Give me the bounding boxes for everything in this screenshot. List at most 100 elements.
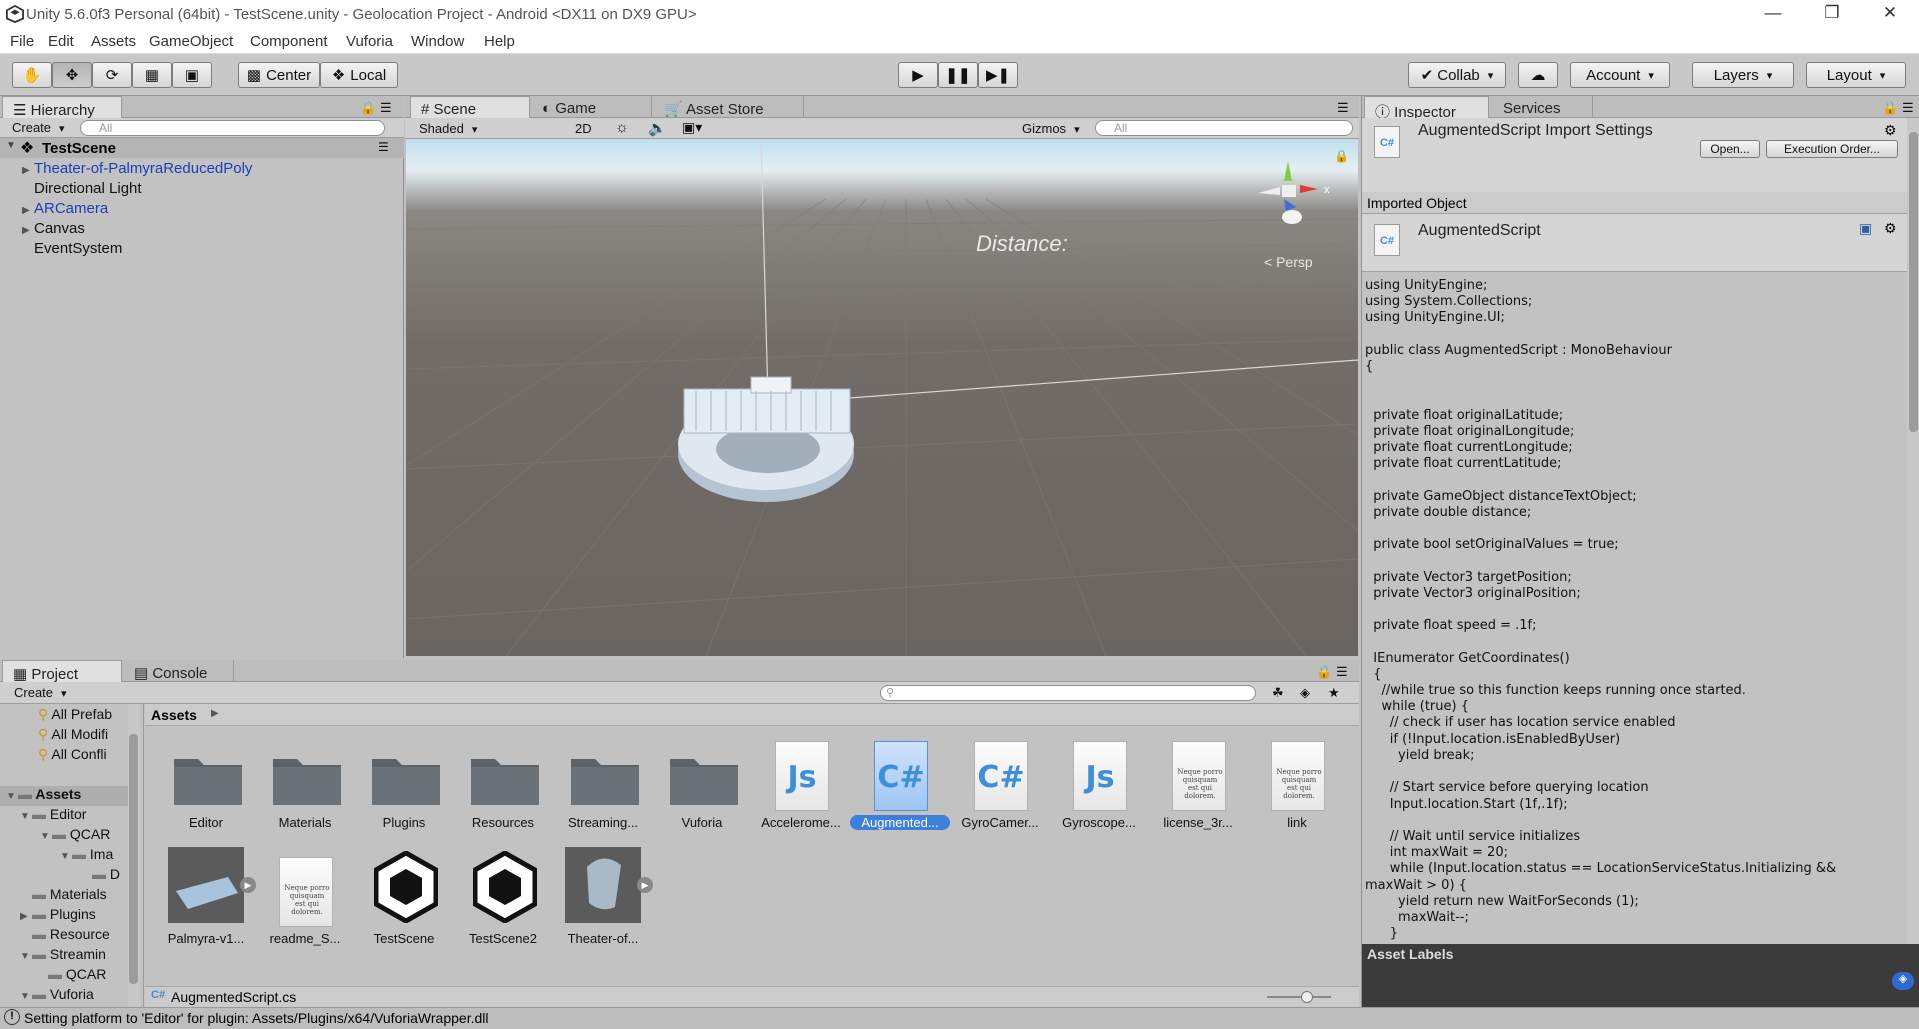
menu-vuforia[interactable]: Vuforia	[346, 33, 393, 50]
hierarchy-create-dropdown[interactable]: Create	[12, 120, 65, 135]
layers-dropdown[interactable]: Layers	[1692, 62, 1794, 88]
collab-dropdown[interactable]: ✔ Collab	[1408, 62, 1506, 88]
menu-edit[interactable]: Edit	[48, 33, 74, 50]
lock-icon[interactable]: 🔒	[360, 100, 376, 116]
asset-item[interactable]: C# GyroCamer...	[950, 731, 1050, 841]
lock-icon[interactable]: 🔒	[1882, 100, 1898, 116]
favorite-item[interactable]: ⚲ All Prefab	[38, 706, 112, 726]
scene-orientation-gizmo-icon[interactable]: x	[1254, 159, 1346, 239]
project-search-input[interactable]: ⚲	[880, 685, 1256, 701]
asset-item[interactable]: Resources	[453, 731, 553, 841]
menu-gameobject[interactable]: GameObject	[149, 33, 233, 50]
tree-folder[interactable]: ▬ D	[92, 866, 120, 886]
asset-item[interactable]: Vuforia	[652, 731, 752, 841]
minimize-button[interactable]: —	[1753, 3, 1793, 27]
scene-menu-icon[interactable]: ☰	[378, 140, 389, 154]
effects-icon[interactable]: ▣▾	[682, 119, 702, 136]
mode-2d-button[interactable]: 2D	[575, 121, 592, 136]
hand-tool-button[interactable]: ✋	[12, 62, 52, 88]
move-tool-button[interactable]: ✥	[52, 62, 92, 88]
tree-folder[interactable]: ▬ Materials	[32, 886, 107, 906]
tab-asset-store[interactable]: 🛒 Asset Store	[654, 96, 804, 118]
expand-arrow-icon[interactable]: ▶	[637, 877, 653, 893]
expand-arrow-icon[interactable]: ▶	[240, 877, 256, 893]
open-button[interactable]: Open...	[1700, 140, 1760, 158]
shading-dropdown[interactable]: Shaded	[419, 121, 563, 136]
expand-triangle-icon[interactable]: ▼	[6, 140, 16, 151]
account-dropdown[interactable]: Account	[1570, 62, 1670, 88]
panel-menu-icon[interactable]: ☰	[380, 100, 392, 116]
book-icon[interactable]: ▣	[1859, 220, 1872, 237]
asset-item[interactable]: Neque porro quisquam est qui dolorem. lic…	[1148, 731, 1248, 841]
panel-menu-icon[interactable]: ☰	[1902, 100, 1914, 116]
filter-label-icon[interactable]: ◈	[1300, 685, 1310, 701]
menu-help[interactable]: Help	[484, 33, 515, 50]
theater-model[interactable]	[678, 376, 854, 502]
icon-size-slider[interactable]	[1267, 991, 1331, 1003]
pause-button[interactable]: ❚❚	[938, 62, 978, 88]
tab-inspector[interactable]: ⓘ Inspector	[1364, 96, 1489, 121]
pivot-center-button[interactable]: ▩ Center	[238, 62, 320, 88]
scale-tool-button[interactable]: ▦	[132, 62, 172, 88]
hierarchy-item[interactable]: Directional Light	[22, 180, 142, 200]
panel-menu-icon[interactable]: ☰	[1336, 664, 1348, 680]
persp-label[interactable]: < Persp	[1264, 254, 1313, 270]
menu-component[interactable]: Component	[250, 33, 328, 50]
layout-dropdown[interactable]: Layout	[1806, 62, 1906, 88]
tree-folder[interactable]: ▼ ▬ Streamin	[20, 946, 106, 966]
execution-order-button[interactable]: Execution Order...	[1766, 140, 1898, 158]
tab-services[interactable]: Services	[1493, 96, 1593, 118]
asset-item[interactable]: Plugins	[354, 731, 454, 841]
asset-item[interactable]: TestScene	[354, 847, 454, 957]
play-button[interactable]: ▶	[898, 62, 938, 88]
tree-folder[interactable]: ▼ ▬ Ima	[60, 846, 113, 866]
tree-folder[interactable]: ▼ ▬ Vuforia	[20, 986, 94, 1006]
menu-file[interactable]: File	[10, 33, 34, 50]
favorite-item[interactable]: ⚲ All Confli	[38, 746, 107, 766]
asset-item[interactable]: Streaming...	[553, 731, 653, 841]
tree-folder[interactable]: ▬ QCAR	[48, 966, 106, 986]
tab-game[interactable]: ◐ Game	[532, 96, 652, 118]
menu-window[interactable]: Window	[411, 33, 464, 50]
hierarchy-item[interactable]: ▶ ARCamera	[22, 200, 108, 220]
tab-project[interactable]: ▦ Project	[2, 660, 122, 683]
lock-icon[interactable]: 🔒	[1316, 664, 1332, 680]
breadcrumb-assets[interactable]: Assets	[151, 707, 197, 723]
rect-tool-button[interactable]: ▣	[172, 62, 212, 88]
hierarchy-search-input[interactable]: All	[80, 120, 385, 136]
label-tag-icon[interactable]: ◈	[1892, 972, 1914, 990]
tree-assets[interactable]: ▼ ▬ Assets	[0, 786, 132, 806]
gizmos-dropdown[interactable]: Gizmos	[1022, 121, 1080, 136]
inspector-scrollbar[interactable]	[1907, 118, 1919, 944]
asset-item[interactable]: Editor	[156, 731, 256, 841]
rotate-tool-button[interactable]: ⟳	[92, 62, 132, 88]
favorite-item[interactable]: ⚲ All Modifi	[38, 726, 108, 746]
audio-icon[interactable]: 🔈	[648, 119, 667, 137]
tab-hierarchy[interactable]: ☰ Hierarchy	[2, 96, 122, 119]
gear-icon[interactable]: ⚙	[1884, 220, 1897, 237]
asset-item[interactable]: TestScene2	[453, 847, 553, 957]
hierarchy-item[interactable]: ▶ Canvas	[22, 220, 85, 240]
tab-scene[interactable]: # Scene	[410, 96, 530, 118]
menu-assets[interactable]: Assets	[91, 33, 136, 50]
asset-item[interactable]: Materials	[255, 731, 355, 841]
asset-item[interactable]: Js Gyroscope...	[1049, 731, 1149, 841]
restore-button[interactable]: ❐	[1812, 3, 1852, 27]
filter-type-icon[interactable]: ☘	[1272, 685, 1284, 701]
asset-item[interactable]: ▶ Palmyra-v1...	[156, 847, 256, 957]
scrollbar-thumb[interactable]	[1909, 132, 1918, 432]
hierarchy-item[interactable]: EventSystem	[22, 240, 122, 260]
asset-item[interactable]: Neque porro quisquam est qui dolorem. lin…	[1247, 731, 1347, 841]
tab-console[interactable]: ▤ Console	[124, 660, 234, 682]
tree-folder[interactable]: ▼ ▬ QCAR	[40, 826, 110, 846]
cloud-button[interactable]: ☁	[1518, 62, 1558, 88]
tree-scrollbar[interactable]	[128, 704, 140, 1007]
panel-menu-icon[interactable]: ☰	[1337, 100, 1349, 116]
lighting-icon[interactable]: ☼	[615, 119, 629, 136]
tree-folder[interactable]: ▶ ▬ Plugins	[20, 906, 96, 926]
close-button[interactable]: ✕	[1870, 3, 1910, 27]
tree-folder[interactable]: ▼ ▬ Editor	[20, 806, 86, 826]
step-button[interactable]: ▶❚	[978, 62, 1018, 88]
asset-item[interactable]: ▶ Theater-of...	[553, 847, 653, 957]
hierarchy-item[interactable]: ▶ Theater-of-PalmyraReducedPoly	[22, 160, 252, 180]
